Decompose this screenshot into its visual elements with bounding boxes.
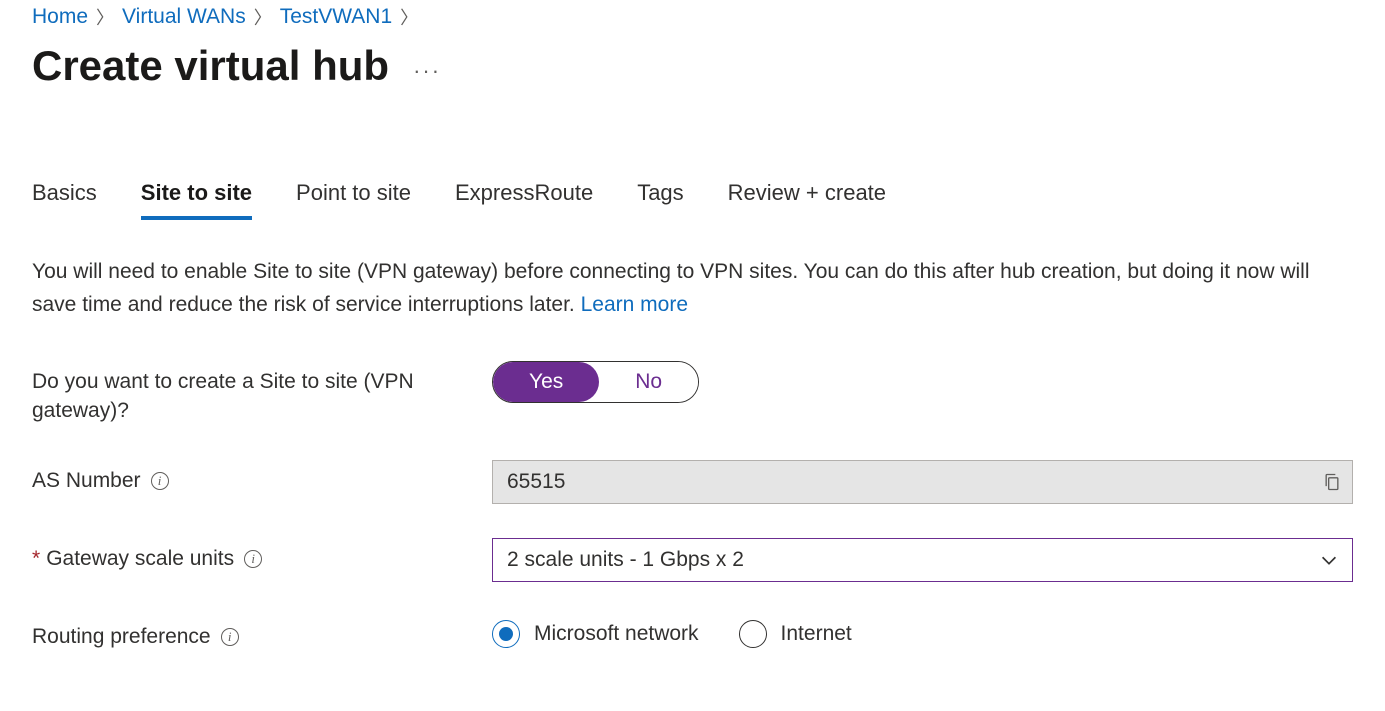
tab-tags[interactable]: Tags	[637, 180, 683, 220]
create-gateway-toggle[interactable]: Yes No	[492, 361, 699, 403]
page-title: Create virtual hub	[32, 42, 389, 90]
scale-units-dropdown[interactable]: 2 scale units - 1 Gbps x 2	[492, 538, 1353, 582]
tab-basics[interactable]: Basics	[32, 180, 97, 220]
routing-pref-internet[interactable]: Internet	[739, 620, 852, 648]
as-number-field: 65515	[492, 460, 1353, 504]
required-marker: *	[32, 547, 40, 571]
chevron-right-icon: 〉	[254, 4, 272, 30]
breadcrumb-home[interactable]: Home	[32, 5, 88, 29]
as-number-label: AS Number	[32, 466, 141, 495]
scale-units-label: Gateway scale units	[46, 544, 234, 573]
routing-pref-internet-label: Internet	[781, 622, 852, 646]
learn-more-link[interactable]: Learn more	[581, 293, 688, 316]
info-icon[interactable]: i	[244, 550, 262, 568]
tab-description: You will need to enable Site to site (VP…	[32, 256, 1312, 321]
breadcrumb-vwan-instance[interactable]: TestVWAN1	[280, 5, 392, 29]
toggle-yes[interactable]: Yes	[493, 362, 599, 402]
chevron-down-icon	[1318, 549, 1340, 571]
info-icon[interactable]: i	[221, 628, 239, 646]
tab-review-create[interactable]: Review + create	[728, 180, 886, 220]
routing-pref-radio-group: Microsoft network Internet	[492, 616, 1353, 648]
more-actions-button[interactable]: ···	[413, 48, 441, 84]
tab-strip: Basics Site to site Point to site Expres…	[32, 180, 1353, 220]
as-number-value: 65515	[507, 470, 565, 494]
tab-point-to-site[interactable]: Point to site	[296, 180, 411, 220]
toggle-no[interactable]: No	[599, 362, 698, 402]
breadcrumb: Home 〉 Virtual WANs 〉 TestVWAN1 〉	[32, 4, 1353, 30]
tab-expressroute[interactable]: ExpressRoute	[455, 180, 593, 220]
info-icon[interactable]: i	[151, 472, 169, 490]
routing-pref-ms-label: Microsoft network	[534, 622, 699, 646]
chevron-right-icon: 〉	[400, 4, 418, 30]
copy-icon[interactable]	[1322, 471, 1342, 493]
create-gateway-label: Do you want to create a Site to site (VP…	[32, 367, 452, 426]
tab-site-to-site[interactable]: Site to site	[141, 180, 252, 220]
routing-pref-ms-network[interactable]: Microsoft network	[492, 620, 699, 648]
routing-pref-label: Routing preference	[32, 622, 211, 651]
breadcrumb-virtual-wans[interactable]: Virtual WANs	[122, 5, 246, 29]
radio-icon	[492, 620, 520, 648]
scale-units-value: 2 scale units - 1 Gbps x 2	[507, 548, 744, 572]
chevron-right-icon: 〉	[96, 4, 114, 30]
radio-icon	[739, 620, 767, 648]
